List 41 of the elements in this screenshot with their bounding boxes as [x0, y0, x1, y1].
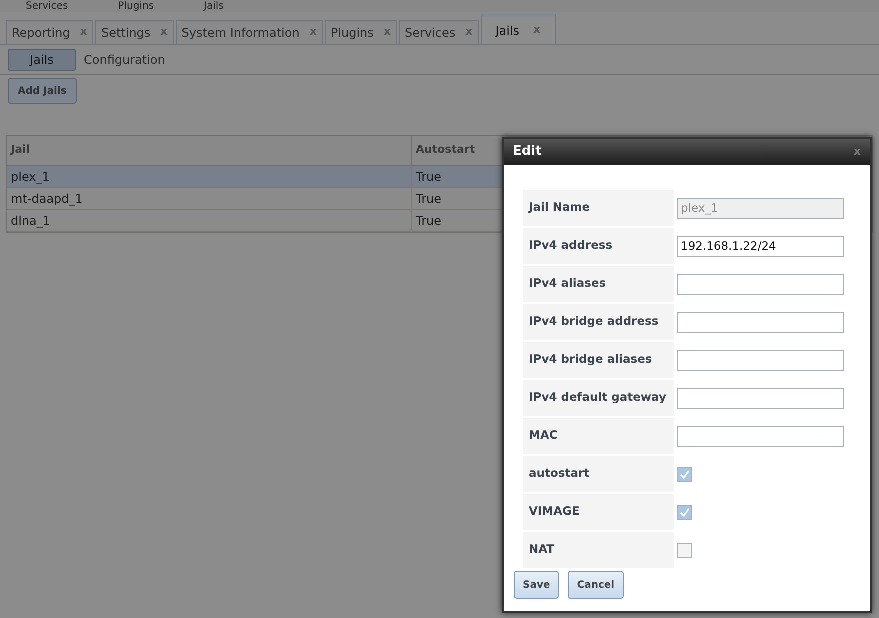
- field-label: VIMAGE: [523, 494, 674, 530]
- column-header: Autostart: [416, 142, 476, 158]
- field-label: Jail Name: [523, 190, 674, 226]
- field-label: IPv4 default gateway: [523, 380, 674, 416]
- table-cell-text: dlna_1: [11, 212, 51, 230]
- close-icon[interactable]: x: [534, 22, 541, 39]
- checkbox[interactable]: [677, 504, 692, 520]
- top-menu-item[interactable]: Services: [26, 2, 68, 12]
- field-label: IPv4 address: [523, 228, 674, 264]
- top-menu-item[interactable]: Plugins: [118, 2, 154, 12]
- table-cell-text: True: [416, 212, 442, 230]
- table-cell-text: True: [416, 168, 442, 186]
- checkmark-icon: [680, 470, 690, 478]
- table-cell-text: plex_1: [11, 168, 50, 186]
- checkbox[interactable]: [677, 542, 692, 558]
- close-icon[interactable]: x: [854, 144, 861, 160]
- checkmark-icon: [680, 508, 690, 516]
- input-field[interactable]: [677, 312, 844, 332]
- column-header: Jail: [11, 142, 30, 158]
- dialog-button[interactable]: Save: [514, 571, 560, 599]
- input-field[interactable]: 192.168.1.22/24: [677, 236, 844, 256]
- subtab[interactable]: Jails: [8, 48, 76, 70]
- field-label: IPv4 bridge address: [523, 304, 674, 340]
- table-cell-text: True: [416, 190, 442, 208]
- add-jails-button[interactable]: Add Jails: [8, 78, 77, 104]
- dialog-title: Edit: [513, 143, 542, 162]
- subtab[interactable]: Configuration: [82, 48, 168, 70]
- field-label: autostart: [523, 456, 674, 492]
- input-field[interactable]: [677, 274, 844, 294]
- field-label: MAC: [523, 418, 674, 454]
- input-field[interactable]: [677, 388, 844, 408]
- table-cell-text: mt-daapd_1: [11, 190, 83, 208]
- tab[interactable]: Jails x: [480, 14, 556, 44]
- input-field[interactable]: [677, 426, 844, 446]
- top-menu-item[interactable]: Jails: [204, 2, 224, 12]
- dialog-button[interactable]: Cancel: [568, 571, 624, 599]
- input-field[interactable]: [677, 350, 844, 370]
- checkbox[interactable]: [677, 466, 692, 482]
- field-label: NAT: [523, 532, 674, 568]
- field-label: IPv4 aliases: [523, 266, 674, 302]
- field-label: IPv4 bridge aliases: [523, 342, 674, 378]
